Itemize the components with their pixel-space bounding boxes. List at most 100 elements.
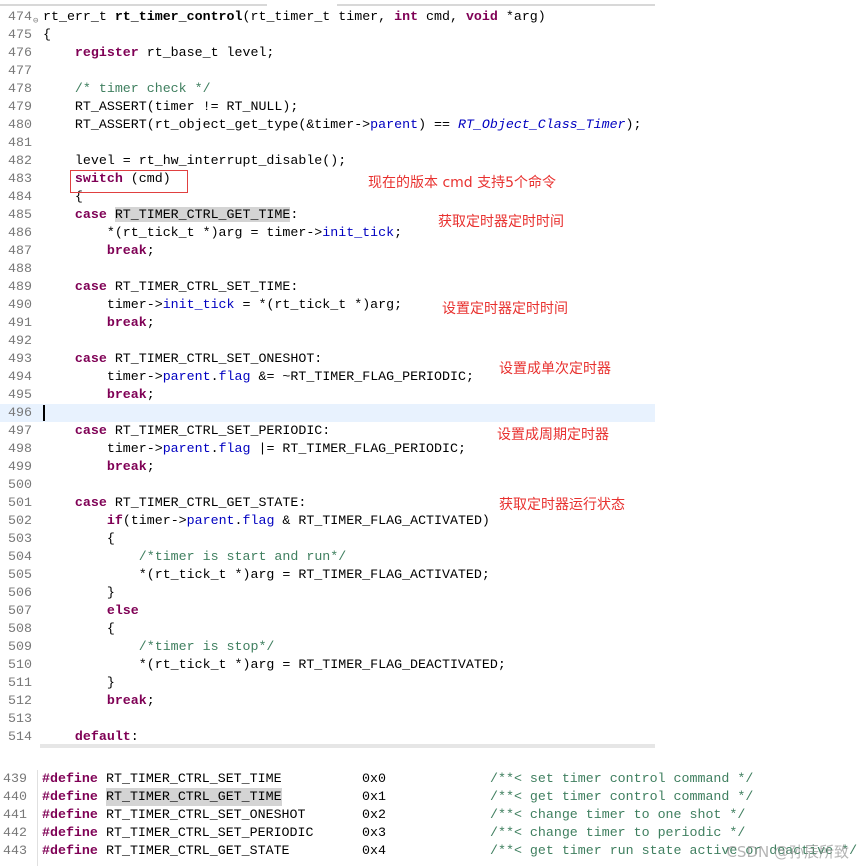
code-token: int [394, 9, 419, 24]
code-token: break [106, 243, 147, 258]
code-line[interactable]: 502 if(timer->parent.flag & RT_TIMER_FLA… [0, 512, 655, 530]
code-token: rt_base_t level; [138, 45, 275, 60]
code-text: /*timer is start and run*/ [43, 548, 346, 566]
code-line[interactable]: 492 [0, 332, 655, 350]
code-line[interactable]: 476 register rt_base_t level; [0, 44, 655, 62]
define-keyword: #define [42, 789, 98, 804]
code-token: flag [242, 513, 275, 528]
code-line[interactable]: 488 [0, 260, 655, 278]
code-line[interactable]: 503 { [0, 530, 655, 548]
code-line[interactable]: 481 [0, 134, 655, 152]
line-number: 483 [8, 171, 32, 186]
line-number: 504 [8, 549, 32, 564]
code-token: RT_TIMER_CTRL_SET_PERIODIC: [106, 423, 331, 438]
code-line[interactable]: 487 break; [0, 242, 655, 260]
code-line[interactable]: 478 /* timer check */ [0, 80, 655, 98]
code-token: flag [218, 441, 251, 456]
code-line[interactable]: 513 [0, 710, 655, 728]
code-line[interactable]: 506 } [0, 584, 655, 602]
code-text: /* timer check */ [43, 80, 211, 98]
code-token: ); [625, 117, 642, 132]
code-line[interactable]: 499 break; [0, 458, 655, 476]
define-line[interactable]: 441 #define RT_TIMER_CTRL_SET_ONESHOT 0x2 /*… [0, 806, 863, 824]
code-text: timer->parent.flag |= RT_TIMER_FLAG_PERI… [43, 440, 466, 458]
code-line[interactable]: 474 ⊖ rt_err_t rt_timer_control(rt_timer_t… [0, 8, 655, 26]
code-token: break [106, 459, 147, 474]
line-number: 501 [8, 495, 32, 510]
line-number: 498 [8, 441, 32, 456]
code-line[interactable]: 511 } [0, 674, 655, 692]
code-line[interactable]: 507 else [0, 602, 655, 620]
line-number: 511 [8, 675, 32, 690]
code-line[interactable]: 510 *(rt_tick_t *)arg = RT_TIMER_FLAG_DE… [0, 656, 655, 674]
code-text: timer->init_tick = *(rt_tick_t *)arg; [43, 296, 402, 314]
code-token: /* timer check */ [74, 81, 211, 96]
code-line[interactable]: 480 RT_ASSERT(rt_object_get_type(&timer-… [0, 116, 655, 134]
code-token: case [74, 351, 107, 366]
code-token: . [234, 513, 243, 528]
code-text: /*timer is stop*/ [43, 638, 275, 656]
code-line[interactable]: 509 /*timer is stop*/ [0, 638, 655, 656]
code-text: { [43, 530, 115, 548]
code-line[interactable]: 496 [0, 404, 655, 422]
line-number: 509 [8, 639, 32, 654]
line-number: 512 [8, 693, 32, 708]
line-number: 492 [8, 333, 32, 348]
code-token: RT_TIMER_CTRL_GET_STATE: [106, 495, 307, 510]
code-line[interactable]: 508 { [0, 620, 655, 638]
define-name: RT_TIMER_CTRL_GET_STATE [106, 843, 290, 858]
line-number: 491 [8, 315, 32, 330]
annotation-set-time: 设置定时器定时时间 [442, 301, 568, 317]
code-token: /*timer is start and run*/ [138, 549, 347, 564]
code-token: else [106, 603, 139, 618]
define-line[interactable]: 439 #define RT_TIMER_CTRL_SET_TIME 0x0 /**< … [0, 770, 863, 788]
code-line[interactable]: 479 RT_ASSERT(timer != RT_NULL); [0, 98, 655, 116]
define-line[interactable]: 440 #define RT_TIMER_CTRL_GET_TIME 0x1 /**< … [0, 788, 863, 806]
watermark: CSDN @孙辰所致 [726, 843, 849, 861]
define-keyword: #define [42, 825, 98, 840]
code-token: { [43, 531, 115, 546]
code-token: timer-> [43, 297, 163, 312]
code-line[interactable]: 505 *(rt_tick_t *)arg = RT_TIMER_FLAG_AC… [0, 566, 655, 584]
code-token: *arg) [497, 9, 546, 24]
code-text: } [43, 674, 115, 692]
code-token: init_tick [322, 225, 395, 240]
code-text: case RT_TIMER_CTRL_SET_ONESHOT: [43, 350, 322, 368]
line-number: 484 [8, 189, 32, 204]
code-text: case RT_TIMER_CTRL_GET_STATE: [43, 494, 306, 512]
code-token: break [106, 387, 147, 402]
code-text: break; [43, 386, 155, 404]
code-line[interactable]: 489 case RT_TIMER_CTRL_SET_TIME: [0, 278, 655, 296]
define-keyword: #define [42, 843, 98, 858]
code-text: } [43, 584, 115, 602]
code-token: . [210, 441, 219, 456]
code-token: parent [186, 513, 235, 528]
code-token: case [74, 423, 107, 438]
code-line[interactable]: 504 /*timer is start and run*/ [0, 548, 655, 566]
code-line[interactable]: 482 level = rt_hw_interrupt_disable(); [0, 152, 655, 170]
code-token: *(rt_tick_t *)arg = timer-> [43, 225, 323, 240]
code-line[interactable]: 475 { [0, 26, 655, 44]
code-token: parent [370, 117, 419, 132]
code-text: *(rt_tick_t *)arg = RT_TIMER_FLAG_DEACTI… [43, 656, 506, 674]
code-line[interactable]: 495 break; [0, 386, 655, 404]
code-token: rt_err_t [43, 9, 115, 24]
code-token: ; [146, 243, 155, 258]
define-value: 0x2 [362, 807, 386, 822]
code-line[interactable]: 477 [0, 62, 655, 80]
code-token: ; [146, 693, 155, 708]
code-token: break [106, 315, 147, 330]
code-line[interactable]: 512 break; [0, 692, 655, 710]
define-line[interactable]: 442 #define RT_TIMER_CTRL_SET_PERIODIC 0x3 /… [0, 824, 863, 842]
code-line[interactable]: 500 [0, 476, 655, 494]
code-text: RT_ASSERT(rt_object_get_type(&timer->par… [43, 116, 642, 134]
